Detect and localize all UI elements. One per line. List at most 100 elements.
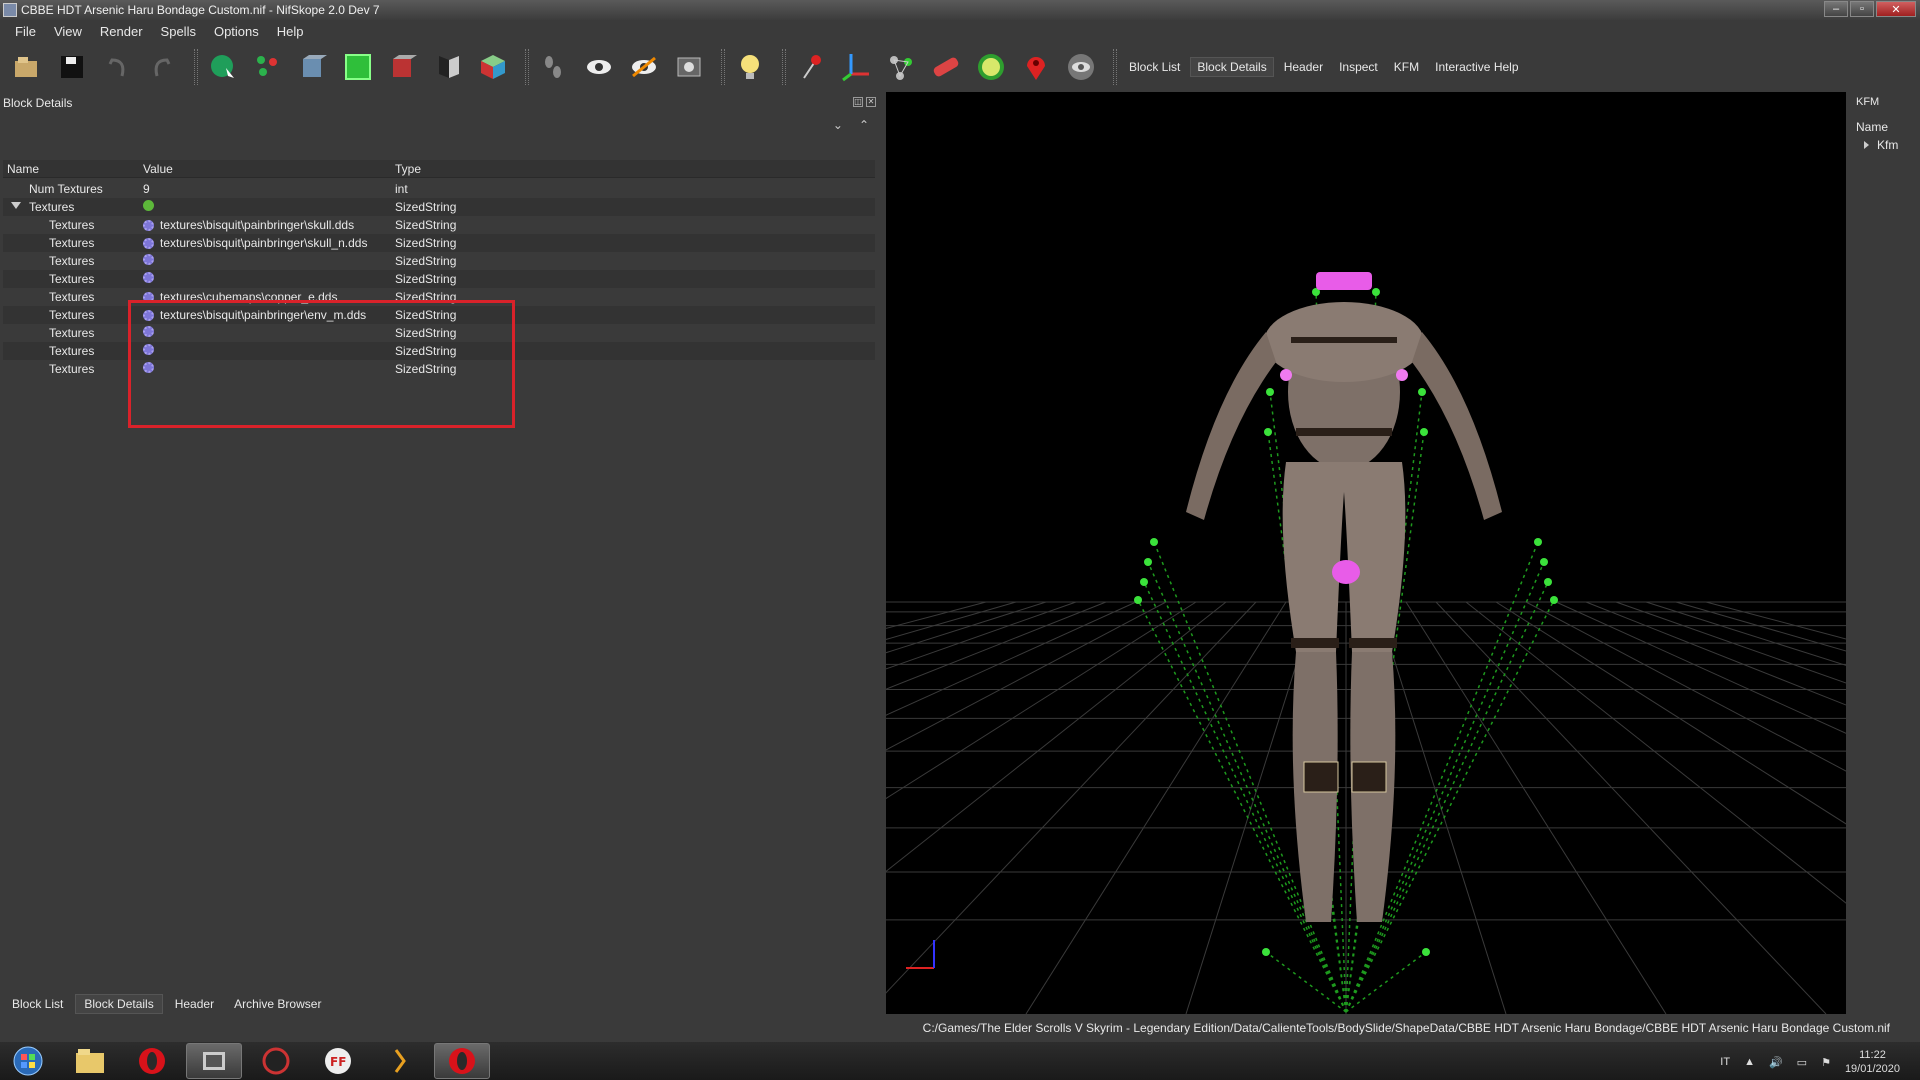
- tab-kfm[interactable]: KFM: [1388, 60, 1425, 74]
- show-furniture-icon[interactable]: [972, 48, 1010, 86]
- walk-icon[interactable]: [535, 48, 573, 86]
- tab-block-details[interactable]: Block Details: [1190, 57, 1274, 77]
- view-perspective-icon[interactable]: [474, 48, 512, 86]
- redo-icon[interactable]: [143, 48, 181, 86]
- table-row[interactable]: Textures textures\cubemaps\copper_e.dds Si…: [3, 288, 875, 306]
- lighting-icon[interactable]: [731, 48, 769, 86]
- bottom-tab-header[interactable]: Header: [167, 995, 222, 1013]
- menu-view[interactable]: View: [45, 24, 91, 39]
- clock[interactable]: 11:22 19/01/2020: [1845, 1048, 1900, 1076]
- menu-file[interactable]: File: [6, 24, 45, 39]
- close-button[interactable]: ✕: [1876, 1, 1916, 17]
- expand-icon[interactable]: ⌃: [859, 118, 869, 132]
- row-value[interactable]: [143, 200, 160, 211]
- select-object-icon[interactable]: [204, 48, 242, 86]
- show-havok-icon[interactable]: [927, 48, 965, 86]
- grid-line: [1645, 601, 1846, 666]
- show-constraints-icon[interactable]: [882, 48, 920, 86]
- tab-inspect[interactable]: Inspect: [1333, 60, 1384, 74]
- explorer-icon[interactable]: [62, 1043, 118, 1079]
- column-type[interactable]: Type: [395, 162, 421, 176]
- bone-node: [1140, 578, 1148, 586]
- view-flip-icon[interactable]: [429, 48, 467, 86]
- view-side-icon[interactable]: [384, 48, 422, 86]
- row-value[interactable]: [143, 254, 160, 265]
- row-value[interactable]: [143, 362, 160, 373]
- show-axes-icon[interactable]: [837, 48, 875, 86]
- table-row[interactable]: Textures textures\bisquit\painbringer\sku…: [3, 216, 875, 234]
- collapse-icon[interactable]: ⌄: [833, 118, 843, 132]
- game-icon[interactable]: [248, 1043, 304, 1079]
- view-front-icon[interactable]: [294, 48, 332, 86]
- view-top-icon[interactable]: [339, 48, 377, 86]
- close-panel-button[interactable]: ✕: [866, 97, 876, 107]
- show-nodes-icon[interactable]: [625, 48, 663, 86]
- ffdec-icon[interactable]: FF: [310, 1043, 366, 1079]
- block-details-tree[interactable]: ⌄ ⌃ Name Value Type Num Textures 9 int Text…: [3, 114, 877, 984]
- nifskope-icon[interactable]: [186, 1043, 242, 1079]
- expand-arrow-icon[interactable]: [1864, 141, 1869, 149]
- select-vertex-icon[interactable]: [249, 48, 287, 86]
- row-value[interactable]: textures\bisquit\painbringer\skull.dds: [143, 218, 354, 232]
- table-row[interactable]: Textures SizedString: [3, 198, 875, 216]
- show-hidden-toggle-icon[interactable]: [1062, 48, 1100, 86]
- volume-icon[interactable]: 🔊: [1769, 1056, 1783, 1069]
- show-hidden-icon[interactable]: [580, 48, 618, 86]
- load-icon[interactable]: [8, 48, 46, 86]
- expand-arrow-icon[interactable]: [11, 202, 21, 209]
- save-icon[interactable]: [53, 48, 91, 86]
- bottom-tab-block-details[interactable]: Block Details: [75, 994, 163, 1014]
- show-markers-icon[interactable]: [792, 48, 830, 86]
- start-orb-icon[interactable]: [0, 1043, 56, 1079]
- screenshot-icon[interactable]: [670, 48, 708, 86]
- tab-header[interactable]: Header: [1278, 60, 1329, 74]
- undo-icon[interactable]: [98, 48, 136, 86]
- render-viewport[interactable]: [886, 92, 1846, 1014]
- table-row[interactable]: Textures SizedString: [3, 252, 875, 270]
- opera-active-icon[interactable]: [434, 1043, 490, 1079]
- table-row[interactable]: Textures SizedString: [3, 324, 875, 342]
- grid-line: [886, 601, 1227, 873]
- kfm-column-name[interactable]: Name: [1856, 120, 1888, 134]
- bone-node: [1134, 596, 1142, 604]
- show-marker-icon[interactable]: [1017, 48, 1055, 86]
- row-value[interactable]: [143, 326, 160, 337]
- row-value[interactable]: textures\cubemaps\copper_e.dds: [143, 290, 337, 304]
- language-indicator[interactable]: IT: [1720, 1056, 1730, 1068]
- toolbar-separator: [721, 49, 725, 85]
- action-center-icon[interactable]: ⚑: [1821, 1056, 1831, 1069]
- table-row[interactable]: Textures textures\bisquit\painbringer\env…: [3, 306, 875, 324]
- row-value[interactable]: 9: [143, 182, 150, 196]
- opera-icon[interactable]: [124, 1043, 180, 1079]
- menu-help[interactable]: Help: [268, 24, 313, 39]
- tab-interactive-help[interactable]: Interactive Help: [1429, 60, 1524, 74]
- table-row[interactable]: Num Textures 9 int: [3, 180, 875, 198]
- table-row[interactable]: Textures SizedString: [3, 270, 875, 288]
- bottom-tab-block-list[interactable]: Block List: [4, 995, 71, 1013]
- tray-expand-icon[interactable]: ▲: [1744, 1056, 1755, 1068]
- minimize-button[interactable]: –: [1824, 1, 1848, 17]
- network-icon[interactable]: ▭: [1797, 1056, 1807, 1069]
- row-value[interactable]: [143, 344, 160, 355]
- kfm-item[interactable]: Kfm: [1864, 138, 1898, 152]
- row-value[interactable]: textures\bisquit\painbringer\env_m.dds: [143, 308, 366, 322]
- bottom-tab-archive-browser[interactable]: Archive Browser: [226, 995, 329, 1013]
- table-row[interactable]: Textures SizedString: [3, 360, 875, 378]
- float-panel-button[interactable]: ◫: [853, 97, 863, 107]
- menu-spells[interactable]: Spells: [152, 24, 205, 39]
- tab-block-list[interactable]: Block List: [1123, 60, 1186, 74]
- menu-render[interactable]: Render: [91, 24, 152, 39]
- bone-node: [1422, 948, 1430, 956]
- row-type: SizedString: [395, 290, 457, 304]
- column-name[interactable]: Name: [7, 162, 39, 176]
- row-value[interactable]: [143, 272, 160, 283]
- table-row[interactable]: Textures SizedString: [3, 342, 875, 360]
- row-value[interactable]: textures\bisquit\painbringer\skull_n.dds: [143, 236, 367, 250]
- bone-node: [1550, 596, 1558, 604]
- table-row[interactable]: Textures textures\bisquit\painbringer\sku…: [3, 234, 875, 252]
- script-icon[interactable]: [372, 1043, 428, 1079]
- maximize-button[interactable]: ▫: [1850, 1, 1874, 17]
- column-value[interactable]: Value: [143, 162, 173, 176]
- menu-options[interactable]: Options: [205, 24, 268, 39]
- status-bar: C:/Games/The Elder Scrolls V Skyrim - Le…: [0, 1014, 1920, 1042]
